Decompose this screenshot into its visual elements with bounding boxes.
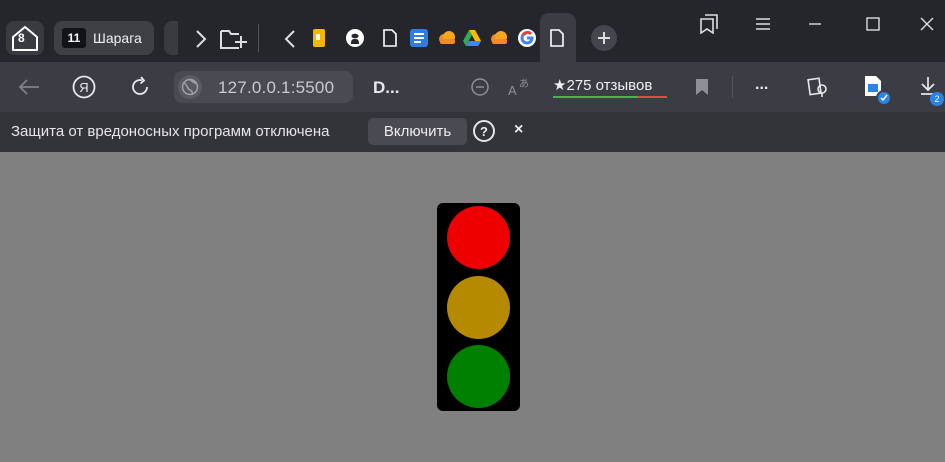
hamburger-icon [756, 18, 770, 30]
traffic-light [437, 203, 520, 411]
address-toolbar: Я 127.0.0.1:5500 D... Aあ ★275 отзывов ..… [0, 62, 945, 112]
menu-button[interactable] [751, 12, 775, 36]
page-viewport [0, 152, 945, 462]
check-badge-icon [876, 90, 892, 106]
svg-text:あ: あ [519, 78, 529, 90]
tab-strip: 8 11 Шарага [0, 0, 945, 63]
page-icon [550, 29, 564, 47]
tab-blue-list[interactable] [409, 28, 429, 48]
tab-group-count: 11 [62, 28, 86, 48]
yandex-icon: Я [72, 75, 96, 99]
new-tab-button[interactable] [591, 25, 617, 51]
key-cards-icon [807, 77, 827, 97]
close-icon [920, 17, 934, 31]
blue-list-icon [410, 29, 428, 47]
tab-google-drive[interactable] [462, 28, 482, 48]
site-reviews-badge[interactable]: ★275 отзывов [553, 76, 667, 98]
url-text: 127.0.0.1:5500 [218, 78, 335, 97]
address-bar[interactable]: 127.0.0.1:5500 [174, 71, 353, 103]
reviews-negative-bar [637, 96, 667, 98]
tab-google[interactable] [517, 28, 537, 48]
traffic-lamp-green [447, 345, 510, 408]
translate-icon: Aあ [508, 78, 529, 98]
yandex-button[interactable]: Я [71, 74, 97, 100]
page-icon [383, 29, 397, 47]
maximize-icon [866, 17, 880, 31]
reviews-text: ★275 отзывов [553, 77, 653, 94]
orange-cloud-icon [439, 31, 455, 44]
close-window-button[interactable] [915, 12, 939, 36]
svg-text:A: A [508, 83, 517, 98]
site-info-button[interactable] [178, 75, 202, 99]
tab-group-label: Шарага [93, 30, 142, 46]
back-button[interactable] [16, 75, 42, 99]
zoom-out-button[interactable] [468, 75, 492, 99]
tab-github[interactable] [345, 28, 365, 48]
globe-icon [181, 78, 199, 96]
chevron-right-icon[interactable] [190, 26, 212, 52]
home-tab-count: 8 [18, 31, 25, 45]
bookmark-button[interactable] [692, 75, 712, 99]
page-title[interactable]: D... [373, 78, 399, 98]
tab-orange-cloud-2[interactable] [489, 28, 509, 48]
tab-partial[interactable] [164, 21, 178, 55]
google-drive-icon [463, 30, 481, 46]
more-extensions-button[interactable]: ... [755, 76, 768, 94]
tabs-home-button[interactable]: 8 [6, 21, 44, 55]
infobar-message: Защита от вредоносных программ отключена [11, 123, 330, 140]
orange-cloud-icon [491, 31, 507, 44]
plus-icon [598, 32, 610, 44]
bookmark-icon [696, 79, 708, 95]
github-icon [346, 29, 364, 47]
active-tab[interactable] [540, 13, 576, 63]
reload-icon [132, 76, 148, 95]
passwords-button[interactable] [805, 74, 831, 100]
tab-orange-cloud-1[interactable] [437, 28, 457, 48]
minimize-icon [809, 23, 821, 25]
google-icon [518, 29, 536, 47]
traffic-lamp-red [447, 206, 510, 269]
chevron-left-icon[interactable] [280, 26, 300, 52]
help-button[interactable]: ? [473, 120, 495, 142]
toolbar-separator [732, 76, 733, 98]
add-folder-icon[interactable] [218, 26, 248, 52]
tab-page[interactable] [380, 28, 400, 48]
reload-button[interactable] [127, 74, 153, 100]
protection-infobar: Защита от вредоносных программ отключена… [0, 112, 945, 152]
bookmarks-stack-icon [700, 14, 718, 34]
traffic-lamp-yellow [447, 276, 510, 339]
zoom-out-icon [471, 78, 489, 96]
maximize-button[interactable] [861, 12, 885, 36]
minimize-button[interactable] [803, 12, 827, 36]
tab-yellow-doc[interactable] [308, 28, 328, 48]
home-icon [12, 26, 38, 51]
enable-protection-button[interactable]: Включить [368, 118, 467, 145]
tab-group-sharaga[interactable]: 11 Шарага [54, 21, 154, 55]
infobar-close-button[interactable]: × [514, 121, 523, 139]
collections-button[interactable] [697, 12, 721, 36]
arrow-left-icon [18, 79, 39, 95]
translate-button[interactable]: Aあ [506, 75, 532, 99]
yellow-doc-icon [313, 29, 325, 47]
tab-separator [258, 24, 259, 52]
svg-text:Я: Я [79, 80, 88, 95]
downloads-count-badge: 2 [930, 92, 944, 106]
reviews-positive-bar [553, 96, 637, 98]
